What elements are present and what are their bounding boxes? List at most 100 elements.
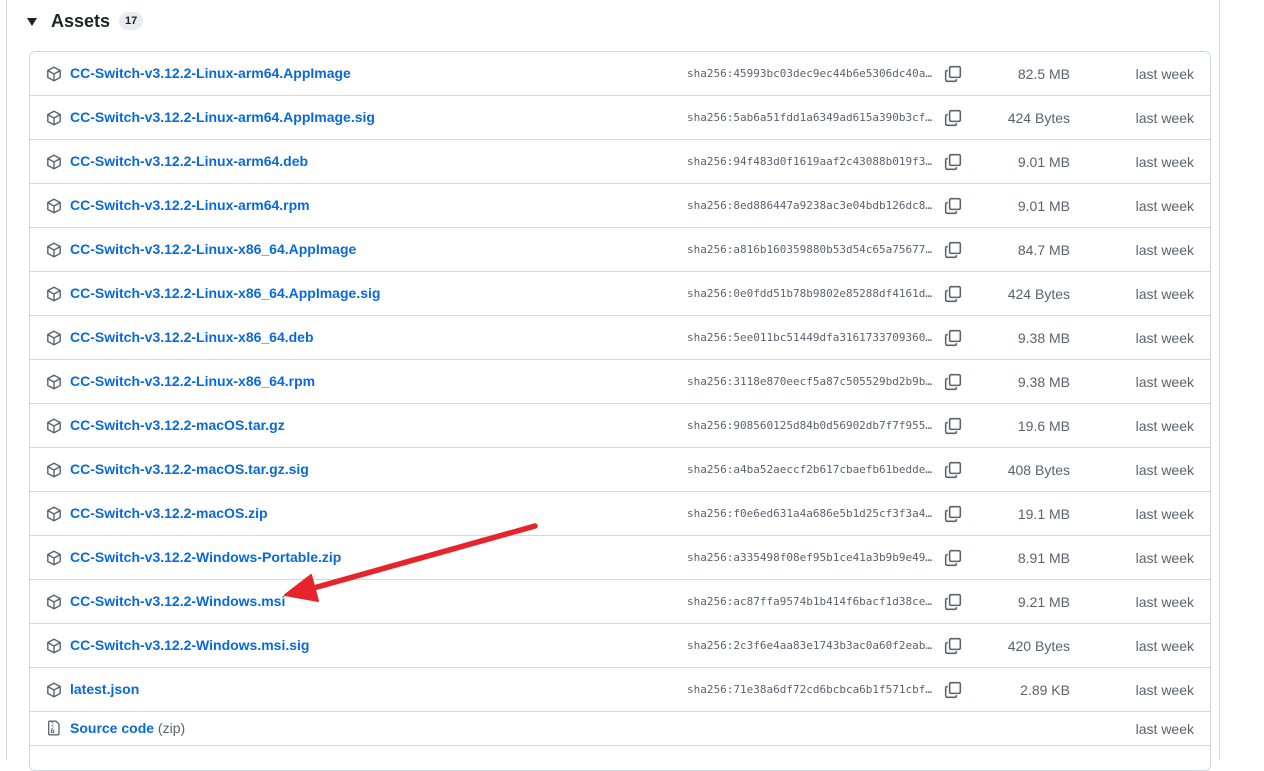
asset-sha256: sha256:71e38a6df72cd6bcbca6b1f571cbf… <box>687 683 933 696</box>
asset-sha256: sha256:94f483d0f1619aaf2c43088b019f3… <box>687 155 933 168</box>
package-icon <box>47 242 61 258</box>
asset-link[interactable]: latest.json <box>70 681 139 697</box>
asset-link[interactable]: CC-Switch-v3.12.2-Linux-x86_64.AppImage <box>70 241 356 257</box>
asset-row: CC-Switch-v3.12.2-Linux-arm64.rpm sha256… <box>30 184 1210 228</box>
package-icon <box>47 638 61 654</box>
asset-sha256: sha256:f0e6ed631a4a686e5b1d25cf3f3a4… <box>687 507 933 520</box>
asset-time: last week <box>1135 721 1194 737</box>
copy-icon[interactable] <box>944 65 962 83</box>
asset-row: CC-Switch-v3.12.2-Linux-x86_64.deb sha25… <box>30 316 1210 360</box>
asset-time: last week <box>1135 682 1194 698</box>
asset-link[interactable]: CC-Switch-v3.12.2-macOS.tar.gz <box>70 417 285 433</box>
copy-icon[interactable] <box>944 197 962 215</box>
assets-toggle[interactable]: Assets 17 <box>27 8 144 34</box>
asset-time: last week <box>1135 374 1194 390</box>
asset-sha256: sha256:0e0fdd51b78b9802e85288df4161d… <box>687 287 933 300</box>
asset-row: CC-Switch-v3.12.2-Linux-arm64.AppImage s… <box>30 52 1210 96</box>
copy-icon[interactable] <box>944 549 962 567</box>
release-card: Assets 17 CC-Switch-v3.12.2-Linux-arm64.… <box>6 0 1220 771</box>
asset-link[interactable]: CC-Switch-v3.12.2-Linux-arm64.AppImage <box>70 65 351 81</box>
asset-size: 9.21 MB <box>1017 594 1070 610</box>
asset-time: last week <box>1135 154 1194 170</box>
package-icon <box>47 682 61 698</box>
asset-time: last week <box>1135 110 1194 126</box>
copy-icon[interactable] <box>944 329 962 347</box>
copy-icon[interactable] <box>944 241 962 259</box>
copy-icon[interactable] <box>944 417 962 435</box>
asset-row: CC-Switch-v3.12.2-Linux-arm64.AppImage.s… <box>30 96 1210 140</box>
asset-link[interactable]: CC-Switch-v3.12.2-Linux-arm64.AppImage.s… <box>70 109 375 125</box>
asset-sha256: sha256:8ed886447a9238ac3e04bdb126dc8… <box>687 199 933 212</box>
source-code-suffix: (zip) <box>157 720 186 736</box>
source-code-row: Source code (zip) last week <box>30 712 1210 746</box>
source-code-zip-link[interactable]: Source code (zip) <box>70 720 185 736</box>
source-code-label: Source code <box>70 720 155 736</box>
package-icon <box>47 110 61 126</box>
package-icon <box>47 506 61 522</box>
asset-sha256: sha256:5ab6a51fdd1a6349ad615a390b3cf… <box>687 111 933 124</box>
asset-row: CC-Switch-v3.12.2-Windows.msi sha256:ac8… <box>30 580 1210 624</box>
asset-sha256: sha256:2c3f6e4aa83e1743b3ac0a60f2eab… <box>687 639 933 652</box>
asset-time: last week <box>1135 198 1194 214</box>
asset-row: CC-Switch-v3.12.2-Windows.msi.sig sha256… <box>30 624 1210 668</box>
asset-time: last week <box>1135 506 1194 522</box>
asset-size: 408 Bytes <box>1007 462 1070 478</box>
copy-icon[interactable] <box>944 153 962 171</box>
asset-time: last week <box>1135 330 1194 346</box>
asset-sha256: sha256:a4ba52aeccf2b617cbaefb61bedde… <box>687 463 933 476</box>
copy-icon[interactable] <box>944 109 962 127</box>
asset-sha256: sha256:a816b160359880b53d54c65a75677… <box>687 243 933 256</box>
copy-icon[interactable] <box>944 681 962 699</box>
asset-link[interactable]: CC-Switch-v3.12.2-Linux-arm64.deb <box>70 153 308 169</box>
asset-link[interactable]: CC-Switch-v3.12.2-macOS.tar.gz.sig <box>70 461 309 477</box>
package-icon <box>47 374 61 390</box>
asset-size: 19.6 MB <box>1017 418 1070 434</box>
asset-time: last week <box>1135 594 1194 610</box>
asset-sha256: sha256:908560125d84b0d56902db7f7f955… <box>687 419 933 432</box>
asset-time: last week <box>1135 550 1194 566</box>
asset-link[interactable]: CC-Switch-v3.12.2-Linux-arm64.rpm <box>70 197 310 213</box>
asset-sha256: sha256:3118e870eecf5a87c505529bd2b9b… <box>687 375 933 388</box>
asset-size: 424 Bytes <box>1007 286 1070 302</box>
asset-size: 424 Bytes <box>1007 110 1070 126</box>
asset-time: last week <box>1135 462 1194 478</box>
package-icon <box>47 330 61 346</box>
package-icon <box>47 594 61 610</box>
asset-size: 2.89 KB <box>1020 682 1070 698</box>
copy-icon[interactable] <box>944 637 962 655</box>
asset-time: last week <box>1135 66 1194 82</box>
package-icon <box>47 154 61 170</box>
assets-count-badge: 17 <box>119 12 144 30</box>
copy-icon[interactable] <box>944 285 962 303</box>
copy-icon[interactable] <box>944 461 962 479</box>
asset-link[interactable]: CC-Switch-v3.12.2-macOS.zip <box>70 505 268 521</box>
asset-link[interactable]: CC-Switch-v3.12.2-Linux-x86_64.rpm <box>70 373 315 389</box>
asset-size: 9.01 MB <box>1017 198 1070 214</box>
copy-icon[interactable] <box>944 373 962 391</box>
asset-link[interactable]: CC-Switch-v3.12.2-Windows.msi.sig <box>70 637 309 653</box>
asset-row: CC-Switch-v3.12.2-Linux-arm64.deb sha256… <box>30 140 1210 184</box>
package-icon <box>47 550 61 566</box>
asset-row: CC-Switch-v3.12.2-Windows-Portable.zip s… <box>30 536 1210 580</box>
file-zip-icon <box>48 720 60 736</box>
copy-icon[interactable] <box>944 505 962 523</box>
asset-sha256: sha256:ac87ffa9574b1b414f6bacf1d38ce… <box>687 595 933 608</box>
copy-icon[interactable] <box>944 593 962 611</box>
asset-size: 19.1 MB <box>1017 506 1070 522</box>
asset-size: 9.38 MB <box>1017 374 1070 390</box>
asset-row: CC-Switch-v3.12.2-Linux-x86_64.AppImage.… <box>30 272 1210 316</box>
asset-size: 84.7 MB <box>1017 242 1070 258</box>
asset-row: CC-Switch-v3.12.2-Linux-x86_64.rpm sha25… <box>30 360 1210 404</box>
asset-time: last week <box>1135 418 1194 434</box>
asset-link[interactable]: CC-Switch-v3.12.2-Linux-x86_64.AppImage.… <box>70 285 380 301</box>
triangle-down-icon <box>27 18 37 26</box>
asset-link[interactable]: CC-Switch-v3.12.2-Windows.msi <box>70 593 285 609</box>
asset-size: 420 Bytes <box>1007 638 1070 654</box>
asset-link[interactable]: CC-Switch-v3.12.2-Windows-Portable.zip <box>70 549 341 565</box>
asset-sha256: sha256:45993bc03dec9ec44b6e5306dc40a… <box>687 67 933 80</box>
asset-size: 9.01 MB <box>1017 154 1070 170</box>
asset-link[interactable]: CC-Switch-v3.12.2-Linux-x86_64.deb <box>70 329 314 345</box>
asset-size: 9.38 MB <box>1017 330 1070 346</box>
asset-size: 8.91 MB <box>1017 550 1070 566</box>
package-icon <box>47 418 61 434</box>
